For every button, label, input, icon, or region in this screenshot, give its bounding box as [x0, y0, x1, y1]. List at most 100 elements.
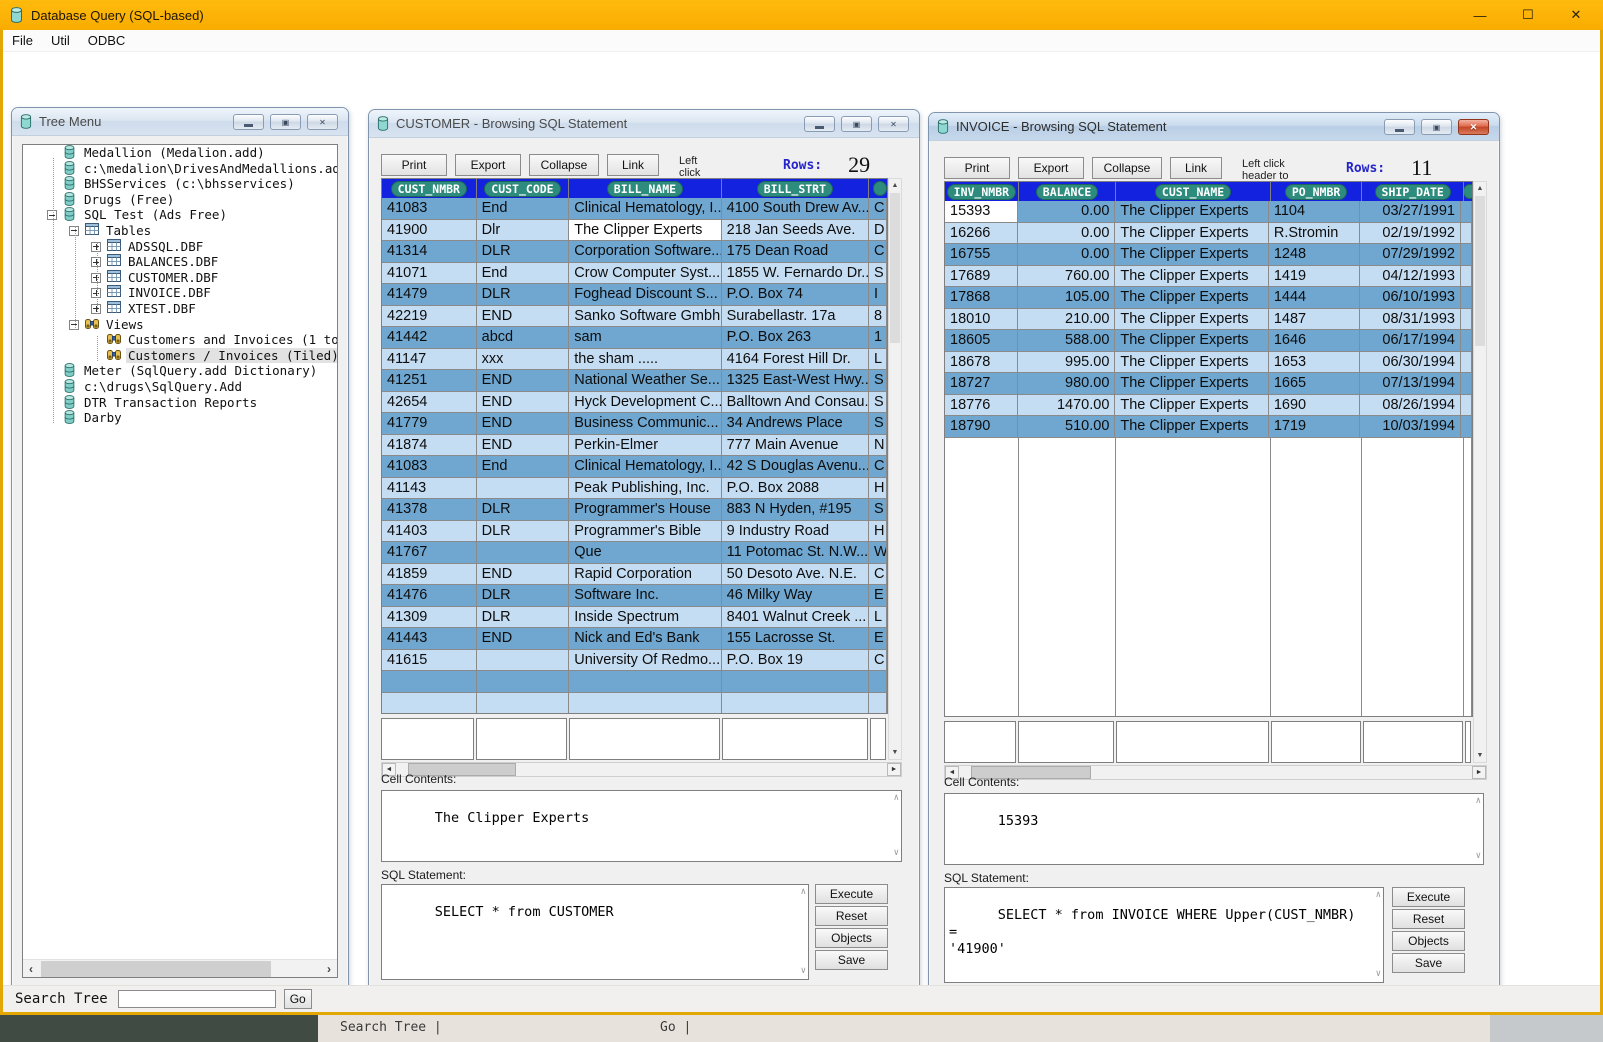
grid-cell[interactable]: The Clipper Experts — [1115, 416, 1268, 438]
grid-cell[interactable] — [722, 671, 869, 693]
grid-cell[interactable]: 18605 — [945, 330, 1018, 352]
grid-cell[interactable] — [477, 542, 570, 564]
grid-cell[interactable]: 218 Jan Seeds Ave. — [722, 220, 869, 242]
minimize-icon[interactable]: — — [1471, 8, 1489, 23]
maximize-icon[interactable]: ☐ — [1519, 7, 1537, 23]
grid-cell[interactable]: 41314 — [382, 241, 477, 263]
grid-footer-cell[interactable] — [1363, 721, 1463, 763]
execute-button[interactable]: Execute — [1392, 887, 1465, 907]
scroll-down-icon[interactable]: ▼ — [889, 746, 901, 759]
minimize-button[interactable] — [1384, 119, 1415, 135]
column-header-button[interactable]: SHIP_DATE — [1375, 184, 1451, 200]
grid-cell[interactable] — [1461, 373, 1472, 395]
grid-cell[interactable]: I — [869, 284, 887, 306]
column-header-button[interactable]: INV_NMBR — [947, 184, 1016, 200]
grid-cell[interactable]: S — [869, 370, 887, 392]
grid-cell[interactable]: 41147 — [382, 349, 477, 371]
grid-cell[interactable]: Programmer's House — [569, 499, 721, 521]
reset-button[interactable]: Reset — [1392, 909, 1465, 929]
scroll-left-icon[interactable]: ‹ — [23, 960, 39, 978]
grid-cell[interactable]: Hyck Development C... — [569, 392, 721, 414]
grid-cell[interactable]: 510.00 — [1018, 416, 1115, 438]
grid-cell[interactable]: W — [869, 542, 887, 564]
grid-cell[interactable] — [1461, 223, 1472, 245]
grid-cell[interactable]: 0.00 — [1018, 201, 1115, 223]
grid-cell[interactable]: Sanko Software Gmbh — [569, 306, 721, 328]
grid-cell[interactable]: 07/13/1994 — [1360, 373, 1461, 395]
link-button[interactable]: Link — [1170, 157, 1222, 179]
grid-cell[interactable]: END — [477, 564, 570, 586]
grid-footer-cell[interactable] — [722, 718, 868, 760]
grid-cell[interactable] — [1461, 416, 1472, 438]
grid-cell[interactable] — [382, 693, 477, 715]
grid-cell[interactable]: 760.00 — [1018, 266, 1115, 288]
objects-button[interactable]: Objects — [815, 928, 888, 948]
grid-cell[interactable]: 41479 — [382, 284, 477, 306]
grid-cell[interactable]: 06/10/1993 — [1360, 287, 1461, 309]
grid-cell[interactable]: S — [869, 263, 887, 285]
grid-footer-cell[interactable] — [569, 718, 720, 760]
tree-item[interactable]: ADSSQL.DBF — [23, 239, 337, 255]
vertical-scrollbar[interactable]: ▲ ▼ — [888, 178, 902, 760]
grid-cell[interactable]: 50 Desoto Ave. N.E. — [722, 564, 869, 586]
grid-cell[interactable]: 210.00 — [1018, 309, 1115, 331]
grid-cell[interactable]: 06/17/1994 — [1360, 330, 1461, 352]
grid-cell[interactable]: 18010 — [945, 309, 1018, 331]
column-header-button[interactable]: CUST_CODE — [484, 181, 560, 197]
column-header-button[interactable] — [1464, 184, 1472, 199]
grid-cell[interactable]: 18790 — [945, 416, 1018, 438]
minimize-button[interactable] — [233, 114, 264, 130]
grid-cell[interactable]: DLR — [477, 521, 570, 543]
grid-cell[interactable]: The Clipper Experts — [1115, 223, 1268, 245]
sql-statement-box[interactable]: SELECT * from CUSTOMER ∧ ∨ — [381, 884, 809, 980]
grid-cell[interactable]: C — [869, 241, 887, 263]
grid-cell[interactable]: 1444 — [1269, 287, 1360, 309]
grid-footer-cell[interactable] — [1271, 721, 1361, 763]
grid-cell[interactable]: DLR — [477, 585, 570, 607]
grid-cell[interactable] — [569, 693, 721, 715]
close-icon[interactable]: ✕ — [1567, 7, 1585, 23]
grid-cell[interactable]: the sham ..... — [569, 349, 721, 371]
grid-cell[interactable]: 41071 — [382, 263, 477, 285]
grid-cell[interactable]: P.O. Box 2088 — [722, 478, 869, 500]
grid-cell[interactable]: N — [869, 435, 887, 457]
grid-cell[interactable] — [1461, 309, 1472, 331]
grid-cell[interactable]: 11 Potomac St. N.W.... — [722, 542, 869, 564]
sql-statement-box[interactable]: SELECT * from INVOICE WHERE Upper(CUST_N… — [944, 887, 1384, 983]
grid-cell[interactable]: End — [477, 198, 570, 220]
vertical-scrollbar[interactable]: ▲ ▼ — [1473, 181, 1487, 763]
grid-cell[interactable]: E — [869, 628, 887, 650]
grid-cell[interactable]: End — [477, 456, 570, 478]
tree-item[interactable]: Customers / Invoices (Tiled) — [23, 348, 337, 364]
grid-cell[interactable]: S — [869, 499, 887, 521]
tree-item[interactable]: DTR Transaction Reports — [23, 395, 337, 411]
grid-cell[interactable]: 41403 — [382, 521, 477, 543]
grid-footer-cell[interactable] — [1018, 721, 1114, 763]
column-header-button[interactable]: BILL_STRT — [757, 181, 833, 197]
grid-cell[interactable] — [1461, 395, 1472, 417]
menu-item-util[interactable]: Util — [42, 33, 79, 48]
grid-cell[interactable]: The Clipper Experts — [1115, 201, 1268, 223]
cell-contents-box[interactable]: The Clipper Experts ∧ ∨ — [381, 790, 902, 862]
grid-cell[interactable]: 0.00 — [1018, 223, 1115, 245]
grid-cell[interactable]: 1325 East-West Hwy... — [722, 370, 869, 392]
grid-cell[interactable]: abcd — [477, 327, 570, 349]
grid-cell[interactable]: Corporation Software... — [569, 241, 721, 263]
collapse-button[interactable]: Collapse — [529, 154, 599, 176]
grid-cell[interactable]: 1646 — [1269, 330, 1360, 352]
grid-cell[interactable]: C — [869, 456, 887, 478]
grid-cell[interactable]: 34 Andrews Place — [722, 413, 869, 435]
grid-cell[interactable]: 15393 — [945, 201, 1018, 223]
close-button[interactable]: ✕ — [1458, 119, 1489, 135]
grid-cell[interactable]: 08/26/1994 — [1360, 395, 1461, 417]
save-button[interactable]: Save — [815, 950, 888, 970]
grid-cell[interactable]: Software Inc. — [569, 585, 721, 607]
grid-cell[interactable]: 0.00 — [1018, 244, 1115, 266]
grid-cell[interactable] — [1461, 287, 1472, 309]
grid-cell[interactable]: 883 N Hyden, #195 — [722, 499, 869, 521]
tree-item[interactable]: Meter (SqlQuery.add Dictionary) — [23, 363, 337, 379]
grid-cell[interactable] — [477, 671, 570, 693]
scrollbar-thumb[interactable] — [890, 193, 900, 343]
tree-horizontal-scrollbar[interactable]: ‹ › — [23, 959, 337, 977]
grid-cell[interactable] — [722, 693, 869, 715]
